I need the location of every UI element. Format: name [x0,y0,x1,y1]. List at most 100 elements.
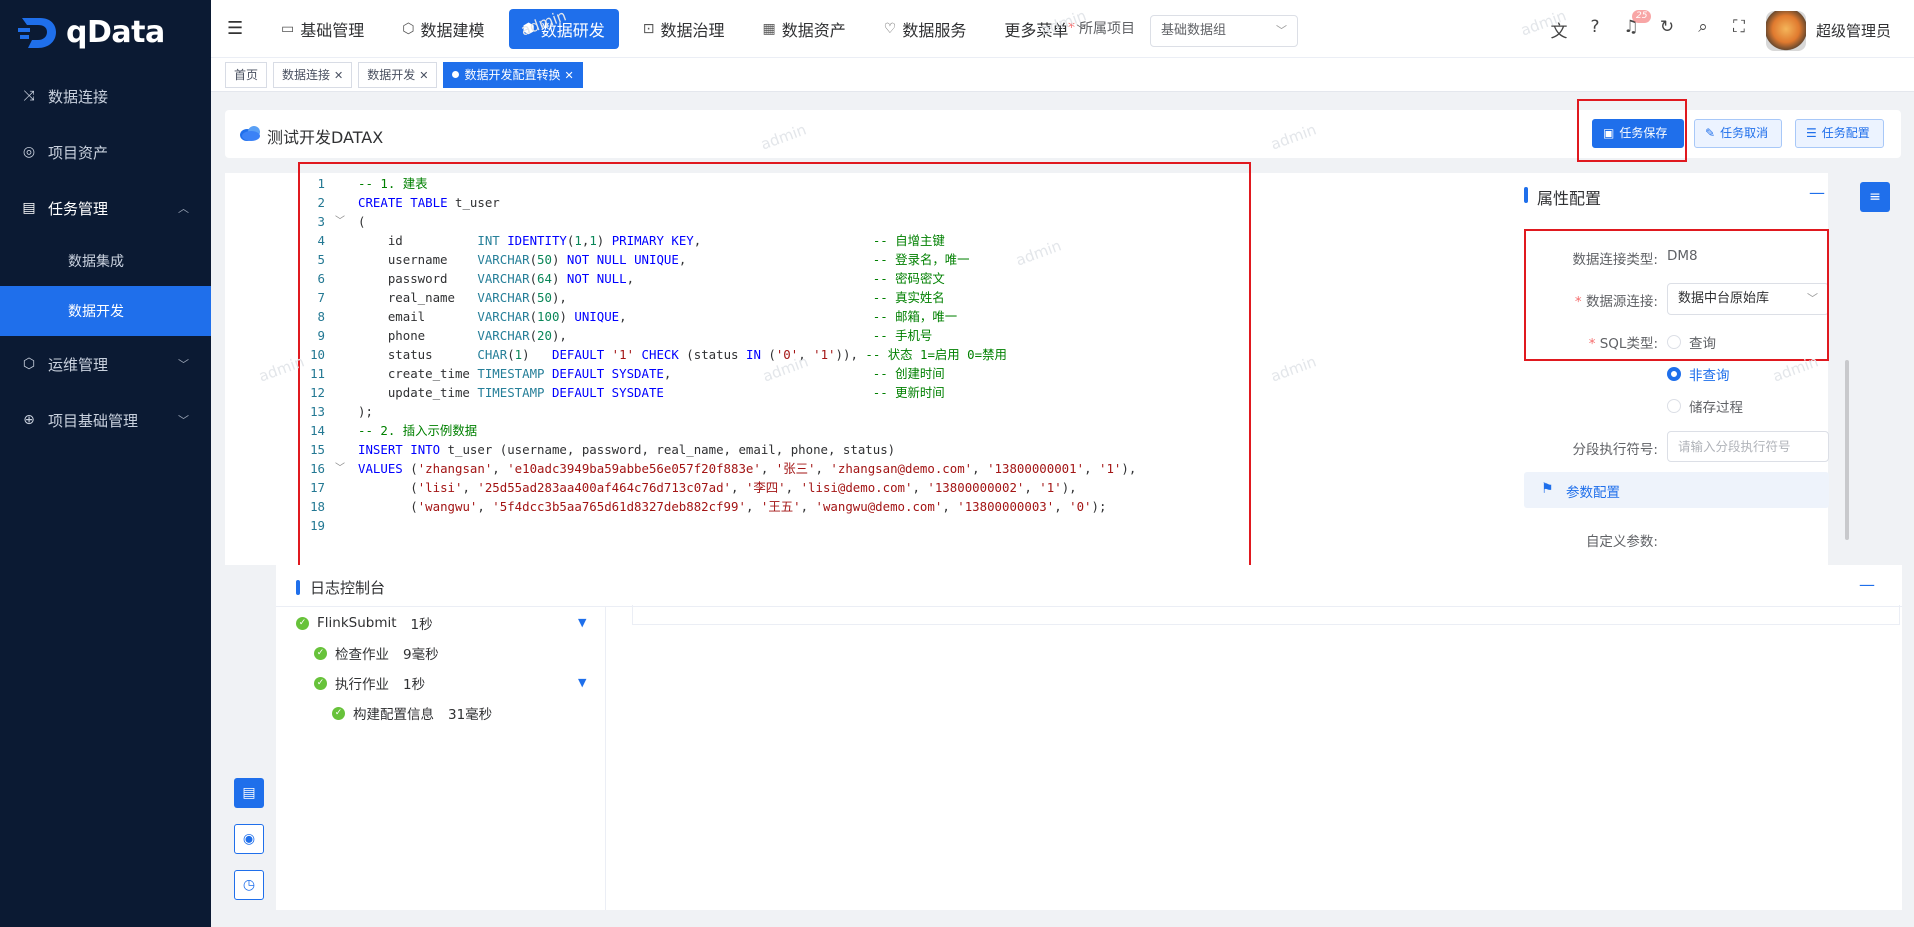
sidebar-item-task-management[interactable]: ▤ 任务管理 ︿ [0,180,211,236]
caret-down-icon[interactable]: ▼ [578,616,586,629]
line-number: 15 [310,442,325,457]
caret-down-icon[interactable]: ▼ [578,676,586,689]
code-content[interactable]: 1 -- 1. 建表 2 CREATE TABLE t_user 3 ﹀ (4 id INT… [290,174,1240,535]
project-select[interactable]: 基础数据组 ﹀ [1150,15,1298,47]
app-logo[interactable]: qData [0,0,211,64]
tab-label: 数据开发配置转换 [464,67,561,82]
code-text: username VARCHAR(50) NOT NULL UNIQUE, --… [358,252,970,267]
sidebar-item-label: 项目基础管理 [48,411,139,430]
radio-non-query[interactable]: 非查询 [1667,364,1730,384]
nav-label: 数据资产 [781,20,846,40]
code-line[interactable]: 15 INSERT INTO t_user (username, password… [290,440,1240,459]
cube-icon: ⬡ [22,356,36,372]
code-text: ('wangwu', '5f4dcc3b5aa765d61d8327deb882… [358,499,1107,514]
log-output[interactable] [632,605,1900,625]
code-line[interactable]: 12 update_time TIMESTAMP DEFAULT SYSDATE… [290,383,1240,402]
nav-data-modeling[interactable]: ⬡ 数据建模 [388,9,498,49]
scan-icon: ⊡ [642,20,655,37]
code-text: ); [358,404,373,419]
fullscreen-icon[interactable]: ⛶ [1728,17,1750,42]
line-number: 1 [317,176,325,191]
nav-basic-management[interactable]: ▭ 基础管理 [267,9,378,49]
code-line[interactable]: 2 CREATE TABLE t_user [290,193,1240,212]
tab-data-development[interactable]: 数据开发 ✕ [358,61,438,88]
code-line[interactable]: 16 ﹀ VALUES ('zhangsan', 'e10adc3949ba59ab… [290,459,1240,478]
close-icon[interactable]: ✕ [565,69,574,82]
code-line[interactable]: 1 -- 1. 建表 [290,174,1240,193]
label-text: 分段执行符号: [1572,442,1658,458]
code-text: CREATE TABLE t_user [358,195,500,210]
nav-label: 数据研发 [540,20,605,40]
sidebar-subitem-data-development[interactable]: 数据开发 [0,286,211,336]
code-line[interactable]: 13); [290,402,1240,421]
nav-data-governance[interactable]: ⊡ 数据治理 [629,9,739,49]
translate-icon[interactable]: 文 [1548,17,1570,42]
check-circle-icon: ✓ [314,646,327,660]
bell-icon[interactable]: ♫ 25 [1620,10,1652,42]
line-number: 19 [310,518,325,533]
stopwatch-icon[interactable]: ◷ [234,870,264,900]
tab-home[interactable]: 首页 [225,61,268,88]
log-node[interactable]: ✓ 构建配置信息 31毫秒 [332,703,492,723]
avatar[interactable] [1766,11,1806,51]
line-number: 5 [317,252,325,267]
fold-chevron-icon[interactable]: ﹀ [335,212,345,231]
sidebar-subitem-data-integration[interactable]: 数据集成 [0,236,211,286]
sidebar-item-project-assets[interactable]: ◎ 项目资产 [0,124,211,180]
panel-scrollbar[interactable] [1845,360,1849,540]
log-node[interactable]: ✓ 检查作业 9毫秒 [314,643,439,663]
tab-config-transform[interactable]: 数据开发配置转换 ✕ [443,61,583,88]
doc-icon[interactable]: ▤ [234,778,264,808]
chevron-down-icon: ﹀ [1276,24,1287,37]
sidebar-item-data-connection[interactable]: ⤨ 数据连接 [0,68,211,124]
datasource-select[interactable]: 数据中台原始库 ﹀ [1667,283,1829,315]
close-icon[interactable]: ✕ [419,69,428,82]
log-node[interactable]: ✓ 执行作业 1秒 [314,673,425,693]
refresh-icon[interactable]: ↻ [1656,17,1678,42]
code-line[interactable]: 5 username VARCHAR(50) NOT NULL UNIQUE, … [290,250,1240,269]
radio-query[interactable]: 查询 [1667,332,1716,352]
code-line[interactable]: 10 status CHAR(1) DEFAULT '1' CHECK (sta… [290,345,1240,364]
sidebar-item-project-base[interactable]: ⊕ 项目基础管理 ﹀ [0,392,211,448]
code-line[interactable]: 11 create_time TIMESTAMP DEFAULT SYSDATE… [290,364,1240,383]
help-icon[interactable]: ? [1584,17,1606,42]
nav-data-service[interactable]: ♡ 数据服务 [870,9,981,49]
code-line[interactable]: 17 ('lisi', '25d55ad283aa400af464c76d713… [290,478,1240,497]
close-icon[interactable]: ✕ [334,69,343,82]
property-title: 属性配置 [1537,189,1602,208]
chevron-down-icon: ﹀ [178,414,189,427]
globe-icon: ⊕ [23,412,35,428]
code-line[interactable]: 18 ('wangwu', '5f4dcc3b5aa765d61d8327deb… [290,497,1240,516]
tab-data-connection[interactable]: 数据连接 ✕ [273,61,353,88]
radio-stored-procedure[interactable]: 储存过程 [1667,396,1743,416]
code-line[interactable]: 6 password VARCHAR(64) NOT NULL, -- 密码密文 [290,269,1240,288]
sidebar-item-ops-management[interactable]: ⬡ 运维管理 ﹀ [0,336,211,392]
task-config-button[interactable]: ☰ 任务配置 [1795,119,1884,148]
param-section-header[interactable]: ⚑ 参数配置 [1524,472,1829,508]
line-number: 14 [310,423,325,438]
nav-data-development[interactable]: ⬢ 数据研发 [508,8,619,49]
gauge-icon[interactable]: ◉ [234,824,264,854]
segment-input[interactable]: 请输入分段执行符号 [1667,431,1829,462]
task-save-button[interactable]: ▣ 任务保存 [1592,119,1684,148]
settings-sliders-icon[interactable]: ≡ [1860,182,1890,212]
menu-toggle-icon[interactable]: ☰ [227,18,247,39]
line-number: 12 [310,385,325,400]
fold-chevron-icon[interactable]: ﹀ [335,459,345,478]
code-line[interactable]: 3 ﹀ ( [290,212,1240,231]
code-line[interactable]: 19 [290,516,1240,535]
task-cancel-button[interactable]: ✎ 任务取消 [1694,119,1782,148]
nav-data-assets[interactable]: ▦ 数据资产 [749,9,860,49]
collapse-icon[interactable]: — [1859,575,1875,594]
code-line[interactable]: 8 email VARCHAR(100) UNIQUE, -- 邮箱，唯一 [290,307,1240,326]
code-line[interactable]: 9 phone VARCHAR(20), -- 手机号 [290,326,1240,345]
collapse-icon[interactable]: — [1809,183,1825,202]
sliders-icon: ☰ [1806,126,1817,140]
log-node[interactable]: ✓ FlinkSubmit 1秒 [296,613,433,633]
code-line[interactable]: 4 id INT IDENTITY(1,1) PRIMARY KEY, -- 自… [290,231,1240,250]
username[interactable]: 超级管理员 [1816,20,1891,41]
code-line[interactable]: 14 -- 2. 插入示例数据 [290,421,1240,440]
code-line[interactable]: 7 real_name VARCHAR(50), -- 真实姓名 [290,288,1240,307]
header-tools: 文 ? ♫ 25 ↻ ⌕ ⛶ [1548,10,1750,42]
search-icon[interactable]: ⌕ [1692,17,1714,42]
